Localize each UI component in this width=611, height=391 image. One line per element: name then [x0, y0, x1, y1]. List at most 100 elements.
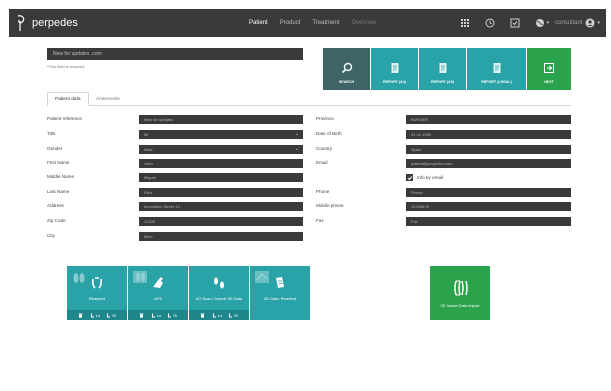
- gender-select[interactable]: Male ⌄: [139, 145, 303, 154]
- foot-icon: [90, 313, 94, 317]
- date-of-birth-value: 01.01.1980: [411, 132, 432, 137]
- insole-data-import-tile[interactable]: 3D Insole Data Import: [430, 266, 490, 320]
- patient-title-value: New for updates .com: [53, 51, 102, 57]
- phone-input[interactable]: Phone: [406, 188, 571, 197]
- label-gender: Gender: [47, 146, 63, 151]
- report-a4-label: REPORT (A4): [383, 80, 406, 84]
- label-patient-reference: Patient reference: [47, 116, 82, 121]
- patient-reference-input[interactable]: New for updates: [139, 115, 303, 124]
- first-name-value: John: [144, 161, 153, 166]
- title-select[interactable]: Mr ⌄: [139, 130, 303, 139]
- report-a5-button[interactable]: REPORT (A5): [419, 48, 466, 90]
- last-name-input[interactable]: Rich: [139, 188, 303, 197]
- arrow-right-icon: [543, 62, 555, 74]
- tile-action-bar: Le Ri: [189, 310, 249, 320]
- user-icon[interactable]: [585, 18, 595, 28]
- email-value: patient@perpedes.com: [411, 161, 453, 166]
- document-icon: [272, 275, 288, 291]
- tile-aps[interactable]: APS Le Ri: [128, 266, 188, 320]
- email-input[interactable]: patient@perpedes.com: [406, 159, 571, 168]
- nav-patient[interactable]: Patient: [249, 20, 268, 26]
- tile-3d-data-name: 3D Data, Rearfoot: [263, 296, 297, 301]
- right-foot-label: Ri: [234, 312, 239, 318]
- patient-title-field[interactable]: New for updates .com: [47, 48, 303, 60]
- user-name[interactable]: consultant: [555, 20, 582, 26]
- right-foot-action[interactable]: Ri: [228, 313, 238, 318]
- left-foot-action[interactable]: Le: [151, 313, 161, 318]
- tile-io-scan-name: I/O Scan / Import 3D Data: [195, 296, 243, 301]
- label-address: Address: [47, 203, 64, 208]
- next-button[interactable]: NEXT: [527, 48, 571, 90]
- footprint-preview-icon: [71, 270, 87, 284]
- label-email: Email: [316, 160, 328, 165]
- fax-value: Fax: [411, 219, 418, 224]
- info-by-email-row: Info by email: [406, 174, 443, 181]
- right-foot-action[interactable]: Ri: [106, 313, 116, 318]
- nav-treatment[interactable]: Treatment: [312, 20, 339, 26]
- label-country: Country: [316, 146, 333, 151]
- search-button[interactable]: SEARCH: [323, 48, 370, 90]
- insole-icon: [451, 279, 469, 297]
- label-middle-name: Middle Name: [47, 174, 75, 179]
- user-caret-icon[interactable]: ▾: [597, 20, 600, 26]
- trash-icon[interactable]: [200, 313, 206, 318]
- info-by-email-checkbox[interactable]: [406, 174, 413, 181]
- zip-code-input[interactable]: 12345: [139, 217, 303, 226]
- province-value: BURGER: [411, 117, 429, 122]
- report-legal-label: REPORT (LEGAL): [481, 80, 512, 84]
- footsteps-icon: [211, 275, 227, 291]
- tile-blueprint[interactable]: Blueprint Le Ri: [67, 266, 127, 320]
- model-preview-icon: [254, 270, 270, 284]
- brand-logo[interactable]: perpedes: [15, 13, 78, 33]
- city-input[interactable]: Bern: [139, 232, 303, 241]
- left-foot-action[interactable]: Le: [90, 313, 100, 318]
- language-caret-icon[interactable]: ▾: [547, 20, 550, 26]
- scan-preview-icon: [132, 270, 148, 284]
- clock-icon[interactable]: [485, 18, 495, 28]
- logo-mark-icon: [17, 15, 25, 31]
- middle-name-input[interactable]: Miguel: [139, 173, 303, 182]
- fax-input[interactable]: Fax: [406, 217, 571, 226]
- city-value: Bern: [144, 234, 153, 239]
- search-icon: [341, 62, 353, 74]
- checklist-icon[interactable]: [510, 18, 520, 28]
- trash-icon[interactable]: [139, 313, 145, 318]
- mobile-phone-input[interactable]: 12345678: [406, 202, 571, 211]
- globe-icon[interactable]: [535, 18, 545, 28]
- tile-3d-data-rearfoot[interactable]: 3D Data, Rearfoot: [250, 266, 310, 320]
- address-input[interactable]: Innovation Street 12: [139, 202, 303, 211]
- tile-aps-name: APS: [153, 296, 162, 301]
- report-legal-button[interactable]: REPORT (LEGAL): [467, 48, 526, 90]
- chevron-down-icon: ⌄: [294, 131, 299, 137]
- nav-product[interactable]: Product: [280, 20, 301, 26]
- required-note: *This field is required: [47, 64, 85, 69]
- province-input[interactable]: BURGER: [406, 115, 571, 124]
- nav-overview[interactable]: Overview: [352, 20, 377, 26]
- report-a4-button[interactable]: REPORT (A4): [371, 48, 418, 90]
- insole-data-import-name: 3D Insole Data Import: [440, 303, 480, 308]
- trash-icon[interactable]: [78, 313, 84, 318]
- nav-icon-bar: ▾ consultant ▾: [445, 9, 600, 37]
- foot-icon: [151, 313, 155, 317]
- tab-patient-data[interactable]: Patient data: [47, 92, 89, 106]
- left-foot-action[interactable]: Le: [212, 313, 222, 318]
- label-zip-code: Zip Code: [47, 218, 66, 223]
- last-name-value: Rich: [144, 190, 153, 195]
- country-value: Spain: [411, 147, 422, 152]
- foot-icon: [107, 313, 111, 317]
- report-icon: [389, 62, 401, 74]
- foot-scan-icon: [150, 275, 166, 291]
- tab-bar: Patient data Anamnesis: [47, 92, 571, 106]
- left-foot-label: Le: [217, 312, 223, 318]
- label-mobile-phone: Mobile phone: [316, 203, 344, 208]
- search-button-label: SEARCH: [338, 80, 355, 84]
- tab-anamnesis[interactable]: Anamnesis: [89, 92, 127, 106]
- date-of-birth-input[interactable]: 01.01.1980: [406, 130, 571, 139]
- country-input[interactable]: Spain: [406, 145, 571, 154]
- tile-io-scan[interactable]: I/O Scan / Import 3D Data Le Ri: [189, 266, 249, 320]
- zip-code-value: 12345: [144, 219, 156, 224]
- first-name-input[interactable]: John: [139, 159, 303, 168]
- mobile-phone-value: 12345678: [411, 204, 429, 209]
- right-foot-action[interactable]: Ri: [167, 313, 177, 318]
- grid-icon[interactable]: [460, 18, 470, 28]
